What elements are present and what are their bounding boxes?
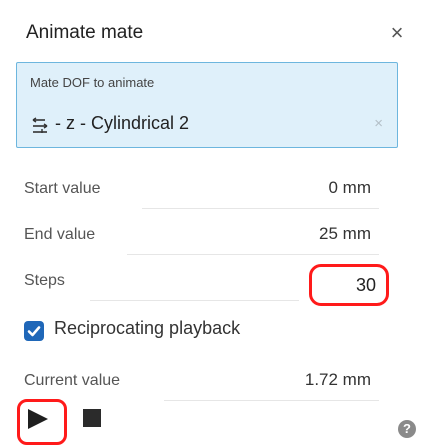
mate-dof-selector[interactable]: Mate DOF to animate - z - Cylindrical 2 … (16, 62, 398, 148)
start-value-field[interactable]: Start value 0 mm (24, 170, 379, 210)
close-icon: × (390, 20, 404, 45)
checkmark-icon (27, 326, 41, 337)
help-button[interactable]: ? (398, 420, 416, 438)
play-button[interactable] (25, 406, 51, 432)
steps-field[interactable]: Steps 30 (24, 262, 389, 306)
reciprocating-playback-label: Reciprocating playback (54, 318, 241, 338)
current-value-field: Current value 1.72 mm (24, 362, 379, 402)
close-button[interactable]: × (385, 22, 409, 46)
end-value-input[interactable]: 25 mm (319, 224, 371, 244)
start-value-underline (142, 208, 379, 209)
current-value-display: 1.72 mm (304, 370, 371, 389)
end-value-field[interactable]: End value 25 mm (24, 216, 379, 256)
start-value-label: Start value (24, 180, 101, 197)
mate-dof-value: - z - Cylindrical 2 (55, 113, 190, 133)
animate-mate-dialog: Animate mate × Mate DOF to animate - z -… (0, 0, 429, 445)
mate-dof-value-row: - z - Cylindrical 2 × (30, 113, 385, 137)
clear-selection-icon[interactable]: × (374, 115, 383, 132)
help-icon: ? (403, 421, 411, 436)
mate-dof-label: Mate DOF to animate (30, 75, 155, 90)
mate-connector-icon (32, 117, 48, 133)
start-value-input[interactable]: 0 mm (329, 178, 372, 198)
steps-label: Steps (24, 272, 65, 289)
dialog-title: Animate mate (26, 22, 144, 43)
end-value-label: End value (24, 226, 96, 243)
dialog-header: Animate mate × (12, 8, 417, 48)
current-value-label: Current value (24, 372, 121, 389)
end-value-underline (127, 254, 379, 255)
play-icon (28, 409, 48, 429)
steps-input[interactable]: 30 (309, 264, 389, 306)
steps-underline (90, 300, 299, 301)
reciprocating-playback-checkbox[interactable] (24, 321, 44, 341)
steps-value: 30 (355, 275, 376, 295)
reciprocating-playback-option[interactable]: Reciprocating playback (24, 318, 389, 348)
current-value-underline (164, 400, 379, 401)
stop-button[interactable] (83, 409, 101, 427)
